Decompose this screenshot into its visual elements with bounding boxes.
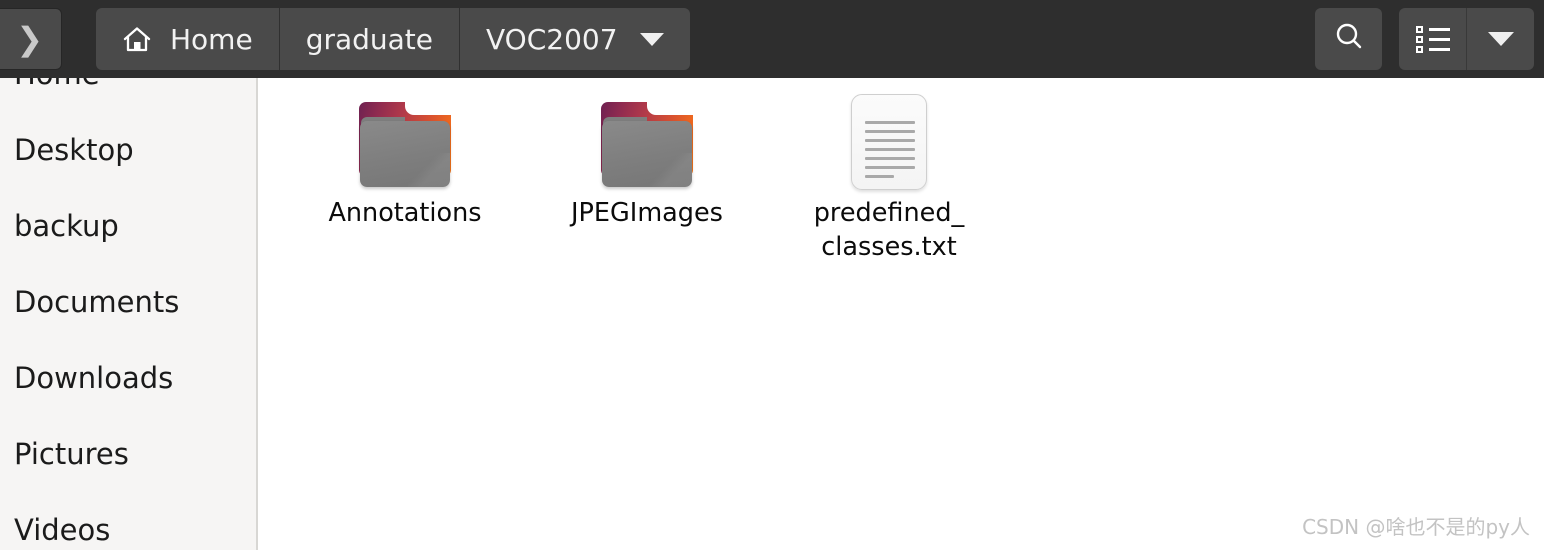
breadcrumb-item-voc2007[interactable]: VOC2007 — [460, 8, 690, 70]
sidebar-item-label: Downloads — [14, 361, 174, 395]
window-body: Home Desktop backup Documents Downloads … — [0, 78, 1544, 550]
list-view-icon — [1415, 26, 1450, 53]
sidebar-item-label: Videos — [14, 513, 111, 547]
chevron-right-icon: ❯ — [16, 20, 43, 58]
file-list-view[interactable]: Annotations JPEGImages predefined_classe… — [258, 78, 1544, 550]
toolbar-right-group — [1298, 8, 1534, 70]
sidebar-item-label: Desktop — [14, 133, 134, 167]
file-item[interactable]: predefined_classes.txt — [768, 86, 1010, 286]
breadcrumb-item-graduate[interactable]: graduate — [280, 8, 461, 70]
sidebar-item-downloads[interactable]: Downloads — [0, 340, 256, 416]
text-file-icon — [841, 92, 937, 190]
view-list-button[interactable] — [1399, 8, 1467, 70]
sidebar-item-label: Home — [14, 78, 100, 91]
breadcrumb: Home graduate VOC2007 — [96, 8, 690, 70]
nav-forward-button[interactable]: ❯ — [0, 8, 62, 70]
places-sidebar: Home Desktop backup Documents Downloads … — [0, 78, 258, 550]
search-icon — [1332, 20, 1366, 58]
sidebar-item-label: backup — [14, 209, 119, 243]
breadcrumb-label: graduate — [305, 22, 434, 56]
breadcrumb-item-home[interactable]: Home — [96, 8, 280, 70]
sidebar-item-home[interactable]: Home — [0, 78, 256, 112]
icon-grid: Annotations JPEGImages predefined_classe… — [284, 86, 1010, 286]
breadcrumb-label: VOC2007 — [486, 22, 618, 56]
file-item-label: Annotations — [328, 198, 482, 228]
sidebar-item-pictures[interactable]: Pictures — [0, 416, 256, 492]
chevron-down-icon — [1487, 32, 1514, 46]
watermark-text: CSDN @啥也不是的py人 — [1302, 515, 1530, 539]
file-item-label: predefined_classes.txt — [813, 198, 965, 262]
header-toolbar: ❯ Home graduate VOC2007 — [0, 0, 1544, 78]
home-icon — [122, 25, 152, 53]
sidebar-item-label: Pictures — [14, 437, 129, 471]
folder-icon — [599, 92, 695, 187]
sidebar-item-backup[interactable]: backup — [0, 188, 256, 264]
search-button[interactable] — [1315, 8, 1382, 70]
file-manager-window: Home Desktop backup Documents Downloads … — [0, 0, 1544, 550]
breadcrumb-label: Home — [170, 22, 253, 56]
sidebar-item-desktop[interactable]: Desktop — [0, 112, 256, 188]
view-controls-group — [1399, 8, 1534, 70]
file-item[interactable]: JPEGImages — [526, 86, 768, 286]
file-item-label: JPEGImages — [571, 198, 723, 228]
chevron-down-icon[interactable] — [639, 32, 664, 46]
sidebar-item-documents[interactable]: Documents — [0, 264, 256, 340]
sidebar-item-label: Documents — [14, 285, 180, 319]
sidebar-item-videos[interactable]: Videos — [0, 492, 256, 550]
folder-icon — [357, 92, 453, 187]
view-options-button[interactable] — [1467, 8, 1534, 70]
file-item[interactable]: Annotations — [284, 86, 526, 286]
